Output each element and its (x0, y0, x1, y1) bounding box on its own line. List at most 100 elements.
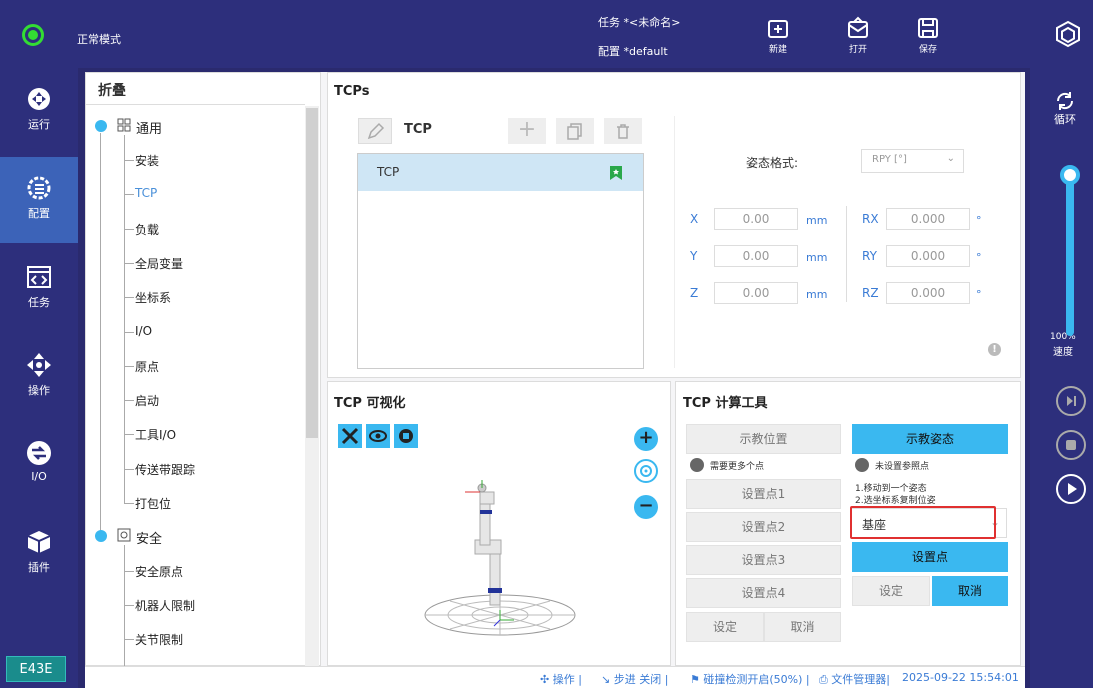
tree-item[interactable]: 工具I/O (135, 426, 176, 443)
tree-item[interactable]: TCP (135, 186, 157, 200)
tree-group-general[interactable]: 通用 (136, 118, 162, 137)
speed-slider-handle[interactable] (1060, 165, 1080, 185)
tcp-list-item[interactable] (358, 154, 643, 191)
tree-item[interactable]: I/O (135, 324, 152, 338)
collapse-toggle-icon[interactable] (95, 120, 107, 132)
field-z[interactable]: 0.00 (714, 282, 798, 304)
tcp-visualization-title: TCP 可视化 (334, 396, 406, 411)
new-label: 新建 (768, 45, 787, 55)
datetime: 2025-09-22 15:54:01 (902, 671, 1019, 684)
tree-item[interactable]: 安装 (135, 152, 159, 169)
move-small-icon: ✣ (540, 673, 553, 686)
bookmark-star-icon[interactable] (609, 165, 623, 181)
collision-status[interactable]: ⚑ 碰撞检测开启(50%) | (690, 671, 810, 687)
open-button[interactable]: 打开 (838, 16, 878, 62)
set-right-button[interactable]: 设定 (852, 576, 930, 606)
stop-button[interactable] (1056, 430, 1086, 460)
need-points-text: 需要更多个点 (710, 462, 765, 472)
pose-format-select[interactable]: RPY [°] ⌄ (861, 149, 964, 173)
loop-label: 循环 (1054, 113, 1076, 126)
minus-circle-icon: − (638, 495, 654, 516)
warning-settings-icon (855, 458, 869, 472)
tree-item[interactable]: 全局变量 (135, 255, 183, 272)
tool-view-button[interactable] (338, 424, 362, 448)
robot-3d-view[interactable] (420, 470, 580, 650)
tree-item[interactable]: 启动 (135, 392, 159, 409)
cancel-left-button[interactable]: 取消 (764, 612, 841, 642)
set-point-2-button[interactable]: 设置点2 (686, 512, 841, 542)
step-status[interactable]: ↘ 步进 关闭 | (601, 671, 668, 687)
operate-status[interactable]: ✣ 操作 | (540, 671, 582, 687)
task-name: *<未命名> (623, 16, 681, 29)
set-point-1-button[interactable]: 设置点1 (686, 479, 841, 509)
delete-tcp-button[interactable] (604, 118, 642, 144)
set-point-3-button[interactable]: 设置点3 (686, 545, 841, 575)
current-tcp-name: TCP (404, 122, 432, 137)
play-button[interactable] (1056, 474, 1086, 504)
no-ref-text: 未设置参照点 (875, 462, 930, 472)
copy-tcp-button[interactable] (556, 118, 594, 144)
tree-item[interactable]: 机器人限制 (135, 597, 195, 614)
tree-scrollbar-thumb[interactable] (306, 108, 318, 438)
frame-view-button[interactable] (394, 424, 418, 448)
rail-label-run: 运行 (28, 118, 50, 131)
tree-group-safety[interactable]: 安全 (136, 528, 162, 547)
collapse-header[interactable]: 折叠 (98, 80, 126, 100)
tools-icon (341, 427, 359, 445)
tcps-title: TCPs (334, 84, 370, 99)
save-button[interactable]: 保存 (908, 16, 948, 62)
tree-item[interactable]: 传送带跟踪 (135, 461, 195, 478)
tree-line (124, 545, 125, 666)
collapse-toggle-icon[interactable] (95, 530, 107, 542)
axis-label-x: X (690, 212, 699, 226)
rail-item-run[interactable]: 运行 (0, 68, 78, 154)
set-left-button[interactable]: 设定 (686, 612, 764, 642)
add-tcp-button[interactable]: + (508, 118, 546, 144)
step-small-icon: ↘ (601, 673, 614, 686)
cancel-right-button[interactable]: 取消 (932, 576, 1008, 606)
rail-item-operate[interactable]: 操作 (0, 334, 78, 420)
visibility-button[interactable] (366, 424, 390, 448)
speed-slider-track[interactable] (1066, 168, 1074, 336)
teach-position-tab[interactable]: 示教位置 (686, 424, 841, 454)
axis-label-rz: RZ (862, 286, 879, 300)
grid-icon (117, 118, 131, 132)
speed-label: 速度 (1053, 347, 1073, 358)
refresh-icon (640, 465, 652, 477)
zoom-in-button[interactable]: + (634, 427, 658, 451)
rail-item-plugin[interactable]: 插件 (0, 511, 78, 597)
field-rz[interactable]: 0.000 (886, 282, 970, 304)
rail-item-io[interactable]: I/O (0, 422, 78, 508)
tree-item[interactable]: 坐标系 (135, 289, 171, 306)
step-button[interactable] (1056, 386, 1086, 416)
teach-pose-tab[interactable]: 示教姿态 (852, 424, 1008, 454)
pencil-icon (367, 122, 385, 140)
reset-view-button[interactable] (634, 459, 658, 483)
info-icon[interactable]: ! (988, 343, 1001, 356)
rail-item-task[interactable]: 任务 (0, 246, 78, 332)
pose-format-label: 姿态格式: (746, 156, 799, 170)
file-manager-link[interactable]: ⎙ 文件管理器| (819, 671, 890, 687)
unit-z: mm (806, 288, 828, 301)
tree-item[interactable]: 打包位 (135, 495, 171, 512)
loop-icon[interactable] (1054, 90, 1076, 112)
field-x[interactable]: 0.00 (714, 208, 798, 230)
set-point-4-button[interactable]: 设置点4 (686, 578, 841, 608)
edit-button[interactable] (358, 118, 392, 144)
new-button[interactable]: 新建 (758, 16, 798, 62)
set-point-button[interactable]: 设置点 (852, 542, 1008, 572)
field-rx[interactable]: 0.000 (886, 208, 970, 230)
plus-circle-icon: + (638, 427, 654, 448)
tree-item[interactable]: 负载 (135, 221, 159, 238)
tree-item[interactable]: 原点 (135, 358, 159, 375)
config-label: 配置 (598, 45, 620, 58)
rail-item-config[interactable]: 配置 (0, 157, 78, 243)
field-y[interactable]: 0.00 (714, 245, 798, 267)
highlight-box (850, 506, 996, 539)
field-ry[interactable]: 0.000 (886, 245, 970, 267)
tree-item[interactable]: 安全原点 (135, 563, 183, 580)
zoom-out-button[interactable]: − (634, 495, 658, 519)
tree-branch (124, 365, 134, 367)
tree-item[interactable]: 关节限制 (135, 631, 183, 648)
error-code-badge[interactable]: E43E (6, 656, 66, 682)
